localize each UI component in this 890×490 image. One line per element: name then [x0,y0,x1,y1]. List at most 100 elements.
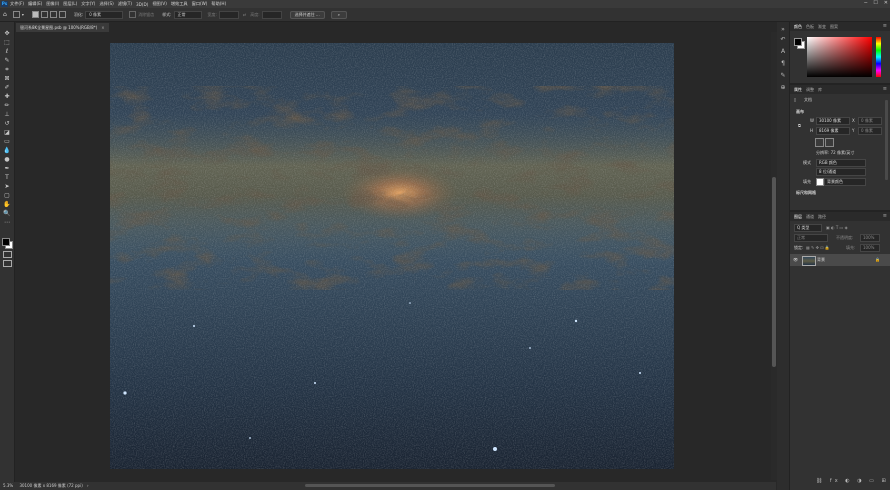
canvas-x-input[interactable]: 0 像素 [858,117,882,125]
landscape-orientation-icon[interactable] [825,138,834,147]
maximize-icon[interactable]: ☐ [873,0,877,6]
tab-libraries[interactable]: 库 [818,87,822,93]
menu-3d[interactable]: 3D(D) [136,2,148,7]
select-and-mask-button[interactable]: 选择并遮住 ... [289,10,325,19]
rulers-grids-section-header[interactable]: 标尺和网格 [796,190,816,196]
crop-tool-icon[interactable]: ⌗ [3,66,11,73]
quick-mask-icon[interactable] [3,251,12,258]
layer-name[interactable]: 背景 [817,257,825,263]
menu-file[interactable]: 文件(F) [10,1,24,7]
screen-mode-icon[interactable] [3,260,12,267]
color-picker-field[interactable] [807,37,872,77]
eyedropper-tool-icon[interactable]: ✐ [3,84,11,91]
pen-tool-icon[interactable]: ✒ [3,165,11,172]
menu-window[interactable]: 窗口(W) [192,1,208,7]
layers-bottom-actions[interactable]: ⛓ fx ◐ ◑ ▭ ⊞ 🗑 [816,478,890,484]
subtract-selection-icon[interactable] [49,11,57,18]
menu-select[interactable]: 选择(S) [99,1,113,7]
tab-paths[interactable]: 路径 [818,214,826,220]
zoom-tool-icon[interactable]: 🔍 [3,210,11,217]
layers-panel-menu-icon[interactable]: ≡ [883,213,887,219]
menu-edit[interactable]: 编辑(E) [28,1,42,7]
feather-input[interactable]: 0 像素 [85,10,124,19]
menu-plugins[interactable]: 增效工具 [171,1,188,7]
lasso-tool-icon[interactable]: ℓ [3,48,11,55]
canvas-width-input[interactable]: 30100 像素 [816,117,850,125]
hue-slider[interactable] [876,37,881,77]
zoom-level[interactable]: 5.3% [3,483,13,488]
tab-color[interactable]: 颜色 [794,24,802,30]
menu-layer[interactable]: 图层(L) [63,1,77,7]
menu-filter[interactable]: 滤镜(T) [118,1,132,7]
panel-foreground-swatch[interactable] [794,38,802,46]
gradient-tool-icon[interactable]: ▭ [3,138,11,145]
tab-layers[interactable]: 图层 [794,214,802,220]
tab-gradients[interactable]: 渐变 [818,24,826,30]
bit-depth-select[interactable]: 8 位/通道 [816,168,866,176]
menu-image[interactable]: 图像(I) [46,1,59,7]
more-tool-icon[interactable]: ⋯ [3,219,11,226]
add-selection-icon[interactable] [40,11,48,18]
height-input[interactable] [261,10,282,19]
lock-icons[interactable]: ▦ ✎ ✥ ⊡ 🔒 [806,245,830,250]
tab-swatches[interactable]: 色板 [806,24,814,30]
eraser-tool-icon[interactable]: ◪ [3,129,11,136]
style-select[interactable]: 正常 [173,10,202,19]
paragraph-icon[interactable]: ¶ [779,60,787,68]
healing-tool-icon[interactable]: ✚ [3,93,11,100]
photoshop-logo-icon[interactable]: Ps [1,1,8,7]
blur-tool-icon[interactable]: 💧 [3,147,11,154]
marquee-preset-icon[interactable]: ▾ [12,11,24,19]
vertical-scroll-thumb[interactable] [772,177,776,367]
tab-channels[interactable]: 通道 [806,214,814,220]
tab-properties[interactable]: 属性 [794,87,802,93]
dodge-tool-icon[interactable]: ● [3,156,11,163]
document-tab[interactable]: 银河系8K全景星图.psb @ 100%(RGB/8*) × [16,23,109,32]
marquee-tool-icon[interactable]: ⬚ [3,39,11,46]
collapse-panels-icon[interactable]: » [779,26,787,34]
properties-panel-menu-icon[interactable]: ≡ [883,86,887,92]
tab-patterns[interactable]: 图案 [830,24,838,30]
layer-row[interactable]: 👁 背景 🔒 [790,254,890,266]
menu-view[interactable]: 视图(V) [152,1,167,7]
close-window-icon[interactable]: ✕ [884,0,888,6]
clone-source-icon[interactable]: ⊕ [779,84,787,92]
home-icon[interactable]: ⌂ [3,11,7,19]
hand-tool-icon[interactable]: ✋ [3,201,11,208]
layer-kind-filter[interactable]: Q 类型 [794,224,822,232]
color-panel-menu-icon[interactable]: ≡ [883,23,887,29]
fill-color-swatch[interactable] [816,178,824,186]
close-tab-icon[interactable]: × [101,25,104,30]
status-menu-icon[interactable]: › [87,483,89,488]
foreground-color-swatch[interactable] [2,238,10,246]
brush-tool-icon[interactable]: ✏ [3,102,11,109]
quick-select-tool-icon[interactable]: ✎ [3,57,11,64]
frame-tool-icon[interactable]: ⊠ [3,75,11,82]
history-brush-tool-icon[interactable]: ↺ [3,120,11,127]
path-select-tool-icon[interactable]: ➤ [3,183,11,190]
canvas-height-input[interactable]: 8169 像素 [816,127,850,135]
rectangle-tool-icon[interactable]: ▢ [3,192,11,199]
width-input[interactable] [218,10,239,19]
menu-type[interactable]: 文字(Y) [81,1,95,7]
menu-help[interactable]: 帮助(H) [211,1,226,7]
canvas-section-header[interactable]: 画布 [796,109,804,115]
intersect-selection-icon[interactable] [58,11,66,18]
properties-scrollbar[interactable] [885,100,888,180]
opacity-input[interactable]: 100% [860,234,880,242]
new-selection-icon[interactable] [31,11,39,18]
zoom-button[interactable]: ⌕ [330,10,347,19]
character-icon[interactable]: A [779,48,787,56]
link-dimensions-icon[interactable]: ⧉ [798,123,801,128]
horizontal-scroll-thumb[interactable] [305,484,555,487]
brush-settings-icon[interactable]: ✎ [779,72,787,80]
antialias-checkbox[interactable]: 消除锯齿 [129,11,154,19]
fill-select[interactable]: 背景颜色 [824,178,866,186]
minimize-icon[interactable]: ─ [864,0,867,6]
canvas-y-input[interactable]: 0 像素 [858,127,882,135]
portrait-orientation-icon[interactable] [815,138,824,147]
fill-opacity-input[interactable]: 100% [860,244,880,252]
visibility-eye-icon[interactable]: 👁 [793,257,798,262]
stamp-tool-icon[interactable]: ⊥ [3,111,11,118]
blend-mode-select[interactable]: 正常 [794,234,828,242]
